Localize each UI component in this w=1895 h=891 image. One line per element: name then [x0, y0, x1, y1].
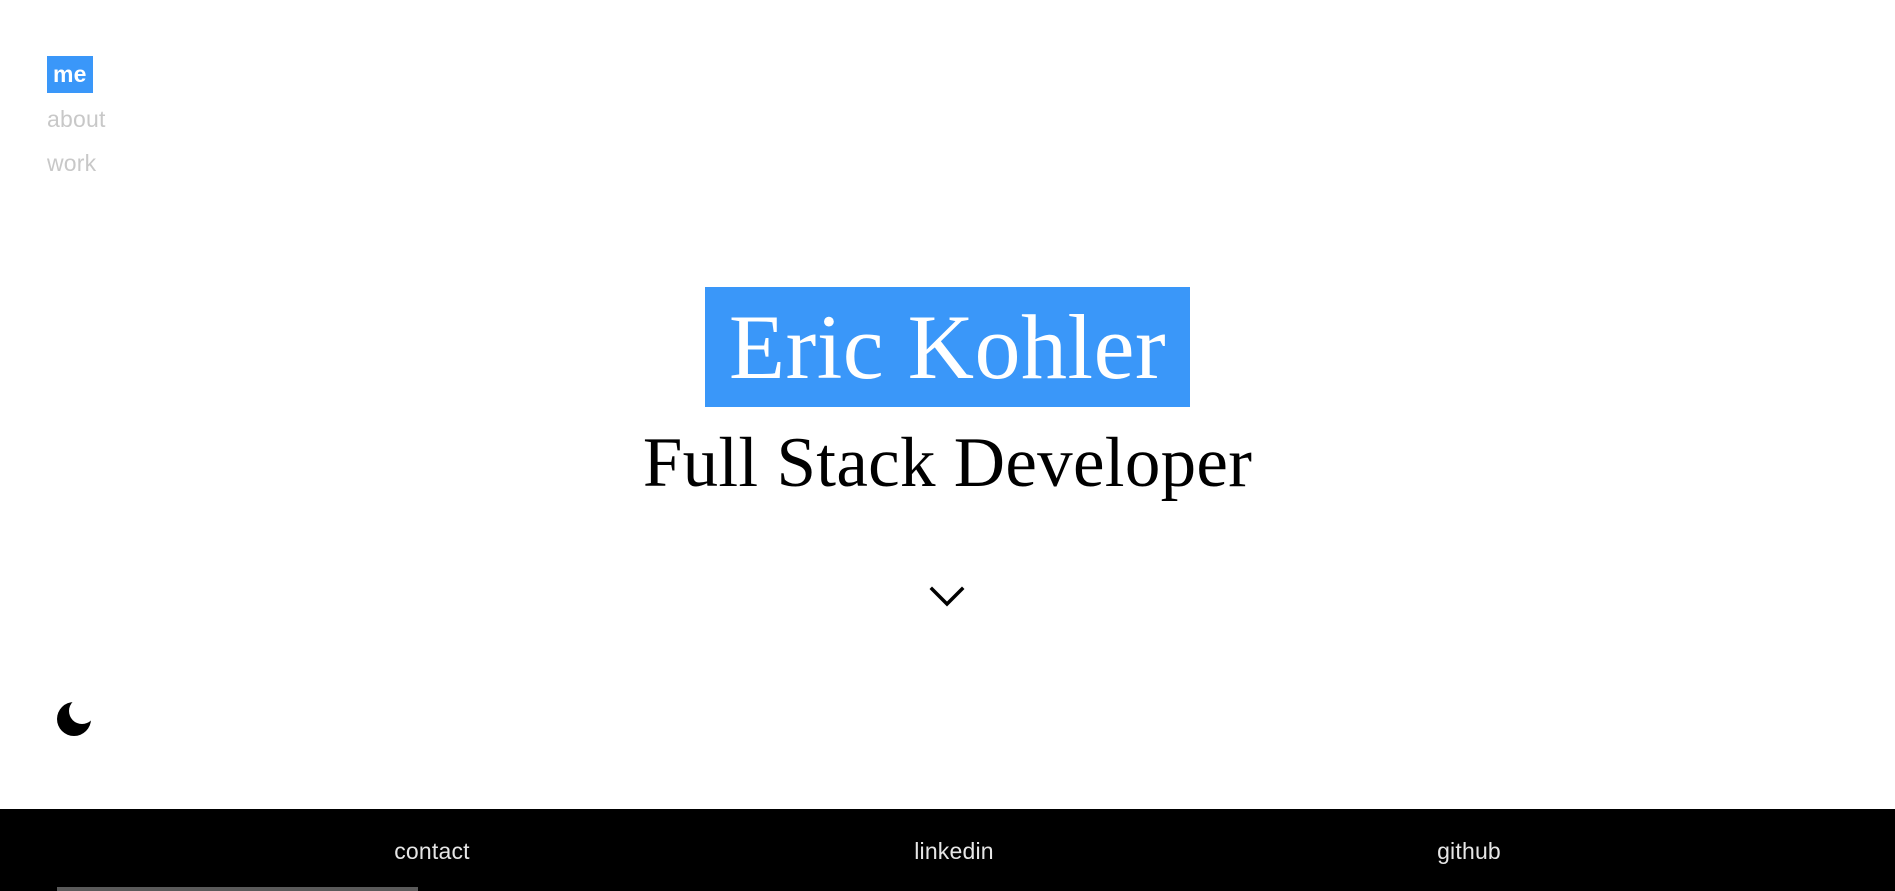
- footer-link-contact[interactable]: contact: [394, 836, 470, 866]
- side-nav: me about work: [47, 56, 106, 189]
- footer-divider: [57, 887, 418, 891]
- footer-link-linkedin[interactable]: linkedin: [914, 836, 994, 866]
- nav-item-about[interactable]: about: [47, 101, 106, 137]
- moon-svg: [57, 702, 91, 736]
- chevron-down-svg: [929, 586, 965, 607]
- hero-role: Full Stack Developer: [642, 424, 1253, 502]
- footer-link-github[interactable]: github: [1437, 836, 1501, 866]
- footer: contact linkedin github: [0, 809, 1895, 891]
- chevron-down-icon[interactable]: [928, 585, 966, 609]
- hero-name: Eric Kohler: [704, 287, 1191, 407]
- nav-item-work[interactable]: work: [47, 145, 96, 181]
- hero-name-wrapper: Eric Kohler: [0, 287, 1895, 407]
- nav-item-me[interactable]: me: [47, 56, 93, 93]
- moon-icon[interactable]: [55, 699, 95, 739]
